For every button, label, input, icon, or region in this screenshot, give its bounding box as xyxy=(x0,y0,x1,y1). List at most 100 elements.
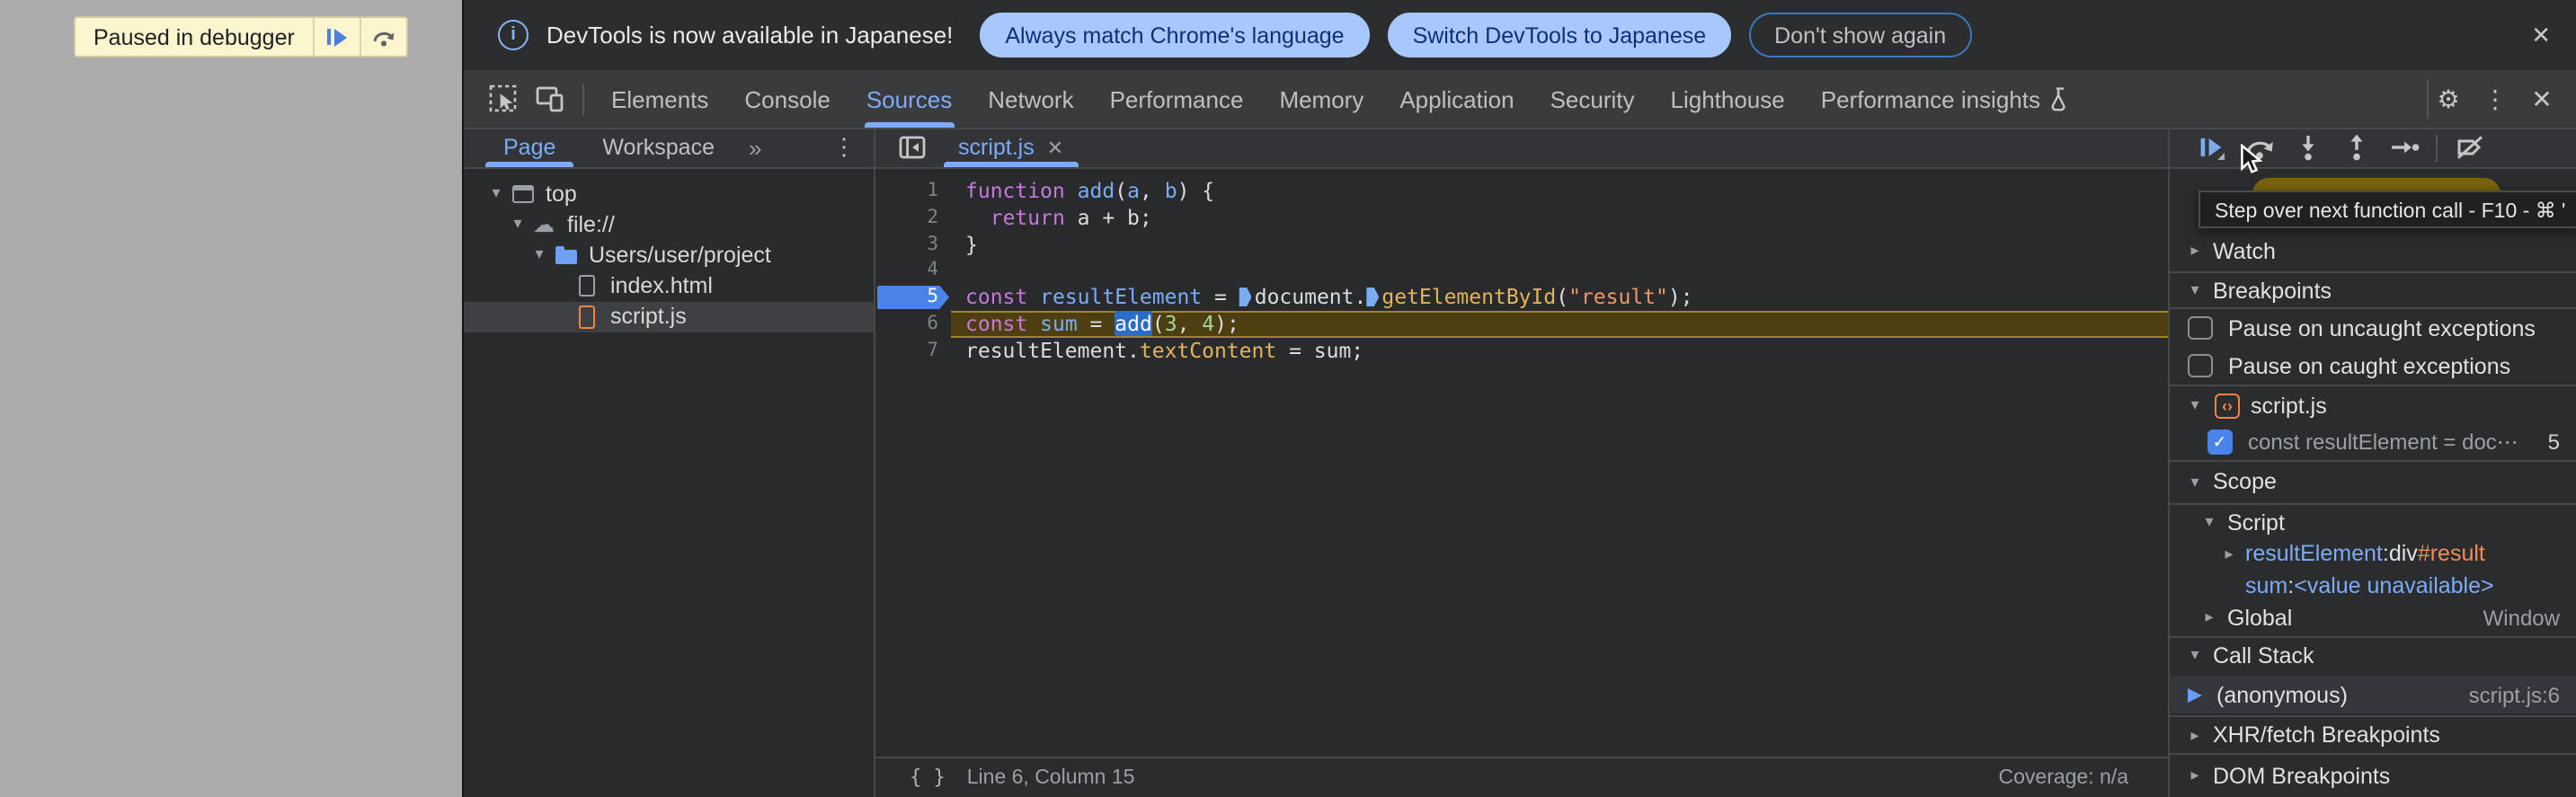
editor-tab-scriptjs[interactable]: script.js ✕ xyxy=(944,129,1078,166)
tab-page[interactable]: Page xyxy=(480,129,579,166)
scope-var-sum[interactable]: sum: <value unavailable> xyxy=(2170,570,2576,600)
line-number[interactable]: 4 xyxy=(875,258,951,285)
cursor-position-label: Line 6, Column 15 xyxy=(966,766,1135,789)
section-dom-breakpoints[interactable]: ▸ DOM Breakpoints xyxy=(2170,757,2576,794)
caret-down-icon[interactable]: ▾ xyxy=(506,215,529,235)
paused-execution-line[interactable]: const sum = add(3, 4); xyxy=(951,310,2168,337)
call-stack-label: Call Stack xyxy=(2213,642,2314,668)
settings-gear-icon[interactable]: ⚙ xyxy=(2429,79,2468,119)
breakpoint-checkbox[interactable]: ✓ xyxy=(2207,429,2232,455)
panel-tab-network[interactable]: Network xyxy=(970,70,1091,128)
toggle-navigator-icon[interactable] xyxy=(899,136,926,161)
section-scope[interactable]: ▾ Scope xyxy=(2170,462,2576,501)
breakpoint-group-row[interactable]: ▾ ‹› script.js xyxy=(2170,386,2576,424)
devtools-window: i DevTools is now available in Japanese!… xyxy=(462,0,2576,797)
var-value-id: #result xyxy=(2417,541,2485,566)
panel-tab-performance-insights[interactable]: Performance insights xyxy=(1803,70,2089,128)
step-over-banner-button[interactable] xyxy=(359,18,406,56)
caret-down-icon: ▾ xyxy=(2190,472,2199,490)
inline-breakpoint-marker-icon[interactable] xyxy=(1366,288,1380,306)
editor-tab-bar: script.js ✕ xyxy=(875,129,2168,168)
section-call-stack[interactable]: ▾ Call Stack xyxy=(2170,636,2576,674)
notification-close-icon[interactable]: ✕ xyxy=(2524,17,2558,53)
breakpoint-entry-row[interactable]: ✓ const resultElement = doc⋯ 5 xyxy=(2170,424,2576,460)
notification-action-1[interactable]: Switch DevTools to Japanese xyxy=(1387,13,1732,58)
resume-icon xyxy=(326,28,347,46)
dom-breakpoints-label: DOM Breakpoints xyxy=(2213,763,2391,788)
code-text[interactable]: resultElement.textContent = sum; xyxy=(951,337,2168,364)
inline-breakpoint-marker-icon[interactable] xyxy=(1239,288,1252,306)
code-text[interactable]: function add(a, b) { xyxy=(951,178,2168,205)
scope-var-resultelement[interactable]: ▸ resultElement: div #result xyxy=(2170,537,2576,570)
line-number[interactable]: 1 xyxy=(875,178,951,205)
inspect-element-icon[interactable] xyxy=(480,75,527,122)
step-out-button[interactable] xyxy=(2332,129,2380,167)
tree-item-script-js[interactable]: script.js xyxy=(464,301,874,332)
pause-uncaught-checkbox[interactable] xyxy=(2188,315,2212,341)
panel-tab-label: Application xyxy=(1399,85,1515,112)
line-number[interactable]: 3 xyxy=(875,231,951,258)
code-token: a + b; xyxy=(1064,204,1152,230)
section-xhr-breakpoints[interactable]: ▸ XHR/fetch Breakpoints xyxy=(2170,717,2576,753)
resume-script-button[interactable] xyxy=(312,18,360,56)
code-token: ) { xyxy=(1177,178,1215,203)
code-text[interactable]: } xyxy=(951,231,2168,258)
step-into-button[interactable] xyxy=(2283,129,2332,167)
caret-down-icon[interactable]: ▾ xyxy=(484,183,508,203)
panel-tab-performance[interactable]: Performance xyxy=(1092,70,1262,128)
tree-item-users-user-project[interactable]: ▾ Users/user/project xyxy=(464,240,874,270)
caret-down-icon[interactable]: ▾ xyxy=(528,245,551,265)
pretty-print-icon[interactable]: { } xyxy=(910,766,946,790)
more-tabs-chevron-icon[interactable]: » xyxy=(738,135,772,162)
step-button[interactable] xyxy=(2380,129,2429,167)
editor-tab-close-icon[interactable]: ✕ xyxy=(1047,137,1063,160)
line-number[interactable]: 2 xyxy=(875,205,951,232)
devtools-close-icon[interactable]: ✕ xyxy=(2522,79,2562,119)
line-number[interactable]: 6 xyxy=(875,311,951,338)
resume-script-button[interactable] xyxy=(2186,129,2234,167)
tab-workspace[interactable]: Workspace xyxy=(579,129,738,166)
call-stack-frame-row[interactable]: (anonymous) script.js:6 xyxy=(2170,676,2576,713)
code-token: document. xyxy=(1254,284,1367,309)
line-number-text: 4 xyxy=(927,259,938,281)
caret-right-icon: ▸ xyxy=(2205,607,2214,625)
navigator-more-options-icon[interactable]: ⋮ xyxy=(814,134,874,163)
code-text[interactable]: const resultElement = document. getElemen… xyxy=(951,284,2168,311)
panel-tab-elements[interactable]: Elements xyxy=(593,70,726,128)
editor-pane: script.js ✕ 1 function add(a, b) {2 retur… xyxy=(874,129,2170,797)
step-over-button[interactable] xyxy=(2234,129,2283,167)
panel-tab-security[interactable]: Security xyxy=(1532,70,1653,128)
scope-global-row[interactable]: ▸ Global Window xyxy=(2170,600,2576,634)
panel-tab-sources[interactable]: Sources xyxy=(848,70,970,128)
panel-tab-lighthouse[interactable]: Lighthouse xyxy=(1653,70,1803,128)
device-toolbar-icon[interactable] xyxy=(527,75,573,122)
var-name: resultElement xyxy=(2245,541,2383,566)
global-value: Window xyxy=(2483,605,2560,630)
section-watch[interactable]: ▸ Watch xyxy=(2170,232,2576,270)
notification-action-0[interactable]: Always match Chrome's language xyxy=(980,13,1370,58)
scope-script-row[interactable]: ▾ Script xyxy=(2170,505,2576,539)
editor-tab-label: script.js xyxy=(958,135,1035,161)
line-number[interactable]: 7 xyxy=(875,337,951,364)
breakpoint-line-number[interactable]: 5 xyxy=(875,284,951,311)
tree-item-top[interactable]: ▾ top xyxy=(464,178,874,208)
code-text[interactable]: return a + b; xyxy=(951,205,2168,232)
panel-tab-application[interactable]: Application xyxy=(1381,70,1532,128)
panel-tab-console[interactable]: Console xyxy=(726,70,848,128)
deactivate-breakpoints-button[interactable] xyxy=(2445,129,2493,167)
notification-action-2[interactable]: Don't show again xyxy=(1749,13,1972,58)
code-text[interactable] xyxy=(951,258,2168,285)
section-breakpoints[interactable]: ▾ Breakpoints xyxy=(2170,271,2576,309)
code-token: 3 xyxy=(1164,310,1177,336)
step-over-tooltip: Step over next function call - F10 - ⌘ ' xyxy=(2198,190,2576,228)
pause-caught-checkbox[interactable] xyxy=(2188,353,2212,378)
code-token: const xyxy=(965,284,1028,309)
code-token: a xyxy=(1127,178,1140,203)
tree-item-file-[interactable]: ▾ ☁ file:// xyxy=(464,208,874,239)
more-options-icon[interactable]: ⋮ xyxy=(2475,79,2515,119)
tree-item-index-html[interactable]: index.html xyxy=(464,270,874,301)
code-editor[interactable]: 1 function add(a, b) {2 return a + b; 3} 4 5… xyxy=(875,178,2168,364)
panel-tab-memory[interactable]: Memory xyxy=(1261,70,1381,128)
notification-actions: Always match Chrome's language Switch Dev… xyxy=(980,13,1972,58)
